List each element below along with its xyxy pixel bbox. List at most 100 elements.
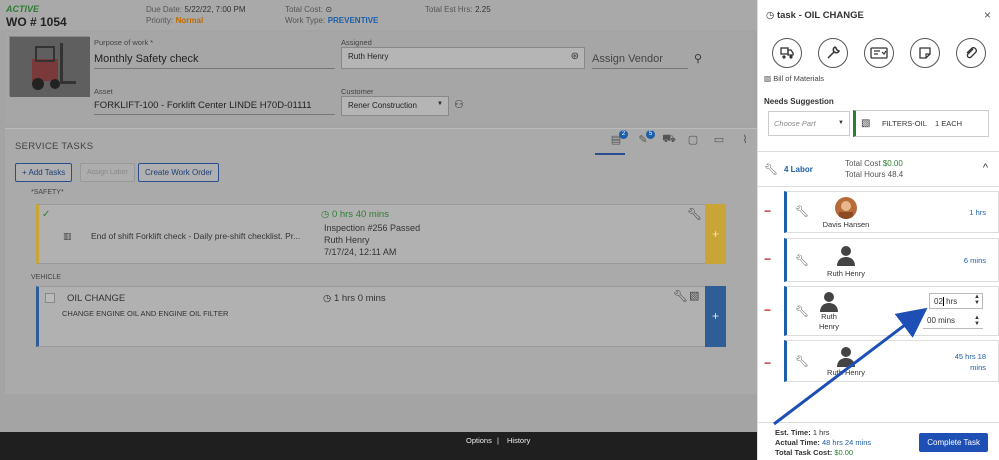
- note-icon[interactable]: [910, 38, 940, 68]
- remove-labor-button[interactable]: −: [764, 204, 771, 218]
- labor-row-ruth-henry-2[interactable]: 🔧︎ Ruth Henry 45 hrs 18 mins: [784, 340, 999, 382]
- labor-wrench-icon[interactable]: [818, 38, 848, 68]
- group-vehicle-label: VEHICLE: [31, 274, 61, 281]
- tab-labor-icon[interactable]: ✎ 5: [635, 130, 655, 149]
- customer-contacts-icon[interactable]: ⚇: [454, 98, 464, 111]
- forklift-icon: [10, 37, 90, 97]
- task-card-oil-change[interactable]: OIL CHANGE CHANGE ENGINE OIL AND ENGINE …: [36, 286, 726, 347]
- hours-value: 02: [934, 297, 943, 306]
- asset-input[interactable]: FORKLIFT-100 - Forklift Center LINDE H70…: [94, 100, 335, 115]
- chevron-up-icon[interactable]: ^: [983, 162, 988, 174]
- labor-row-davis-hansen[interactable]: 🔧︎ Davis Hansen 1 hrs: [784, 191, 999, 233]
- hours-unit: hrs: [946, 297, 958, 306]
- hours-stepper[interactable]: ▲ ▼: [974, 294, 980, 306]
- choose-part-select[interactable]: Choose Part ▼: [768, 111, 850, 136]
- clock-icon: ◷: [766, 10, 775, 21]
- assign-vendor-input[interactable]: Assign Vendor: [592, 53, 688, 69]
- work-type-label: Work Type:: [285, 16, 326, 25]
- invoice-icon[interactable]: [864, 38, 894, 68]
- work-order-number: WO # 1054: [6, 15, 67, 29]
- info-icon[interactable]: ⊙: [325, 5, 332, 14]
- status-badge: ACTIVE: [6, 4, 40, 14]
- attachment-icon[interactable]: [956, 38, 986, 68]
- person-icon[interactable]: ⚲: [694, 52, 702, 65]
- customer-select[interactable]: Rener Construction ▼: [341, 96, 449, 116]
- task-time-value: 1 hrs 0 mins: [333, 293, 386, 304]
- task-card-safety[interactable]: ✓ ▥ End of shift Forklift check - Daily …: [36, 204, 726, 264]
- purpose-input[interactable]: Monthly Safety check: [94, 53, 335, 69]
- suggested-part[interactable]: ▧ FILTERS-OIL 1 EACH: [853, 110, 989, 137]
- parts-cart-icon[interactable]: [772, 38, 802, 68]
- tab-notes-icon[interactable]: ▢: [685, 133, 701, 149]
- remove-labor-button[interactable]: −: [764, 252, 771, 266]
- drawer-footer: Est. Time: 1 hrs Actual Time: 48 hrs 24 …: [758, 422, 999, 460]
- total-cost: Total Cost: ⊙: [285, 4, 332, 14]
- group-safety-label: *SAFETY*: [31, 189, 64, 196]
- clock-icon: ◷: [323, 293, 332, 304]
- text-cursor: [942, 297, 944, 307]
- minutes-stepper[interactable]: ▲ ▼: [974, 315, 980, 327]
- assign-labor-button[interactable]: Assign Labor: [80, 163, 135, 182]
- complete-task-button[interactable]: Complete Task: [919, 433, 988, 452]
- bill-icon[interactable]: ▧: [689, 289, 699, 302]
- tab-tasks-icon[interactable]: ▤ 2: [608, 130, 628, 149]
- close-icon[interactable]: ×: [984, 8, 991, 22]
- due-date-label: Due Date:: [146, 5, 183, 14]
- avatar: [835, 244, 857, 266]
- labor-row-ruth-henry[interactable]: 🔧︎ Ruth Henry 6 mins: [784, 238, 999, 282]
- tab-attachments-icon[interactable]: ⌇: [737, 133, 753, 149]
- labor-total-cost-value: $0.00: [882, 159, 903, 168]
- task-title: OIL CHANGE: [67, 293, 126, 304]
- checklist-icon: ▥: [63, 231, 72, 241]
- remove-labor-button[interactable]: −: [764, 356, 771, 370]
- active-tab-indicator: [595, 153, 625, 155]
- total-est-value: 2.25: [475, 5, 491, 14]
- labor-name: Davis Hansen: [822, 220, 870, 229]
- labor-summary[interactable]: 🔧︎ 4 Labor Total Cost $0.00 Total Hours …: [758, 151, 999, 187]
- tab-invoice-icon[interactable]: ▭: [711, 133, 727, 149]
- bottom-separator: |: [497, 436, 499, 445]
- asset-photo: [9, 36, 90, 97]
- task-checkbox[interactable]: [45, 293, 55, 303]
- task-time: ◷ 0 hrs 40 mins: [321, 209, 389, 220]
- total-task-cost-label: Total Task Cost:: [775, 448, 833, 457]
- wrench-icon: 🔧︎: [795, 306, 809, 318]
- task-add-button[interactable]: +: [705, 286, 726, 347]
- priority-value: Normal: [175, 16, 204, 25]
- labor-row-ruth-henry-editing[interactable]: 🔧︎ Ruth Henry 02 hrs ▲ ▼ 00 mins ▲ ▼: [784, 286, 999, 336]
- caret-down-icon: ▼: [437, 101, 443, 107]
- wrench-icon[interactable]: 🔧︎: [687, 207, 702, 221]
- labor-name: Ruth Henry: [827, 269, 865, 278]
- wrench-icon[interactable]: 🔧︎: [673, 289, 688, 303]
- bill-icon: ▧: [861, 118, 871, 129]
- create-work-order-button[interactable]: Create Work Order: [138, 163, 220, 182]
- check-icon: ✓: [42, 209, 51, 220]
- add-tasks-button[interactable]: + Add Tasks: [15, 163, 73, 182]
- drawer-title-text: task - OIL CHANGE: [776, 10, 864, 21]
- user-circle-icon[interactable]: ⊛: [571, 51, 579, 62]
- labor-name: Ruth Henry: [827, 368, 865, 377]
- part-name: FILTERS-OIL: [882, 119, 927, 128]
- history-link[interactable]: History: [507, 436, 530, 445]
- due-date-value: 5/22/22, 7:00 PM: [184, 5, 246, 14]
- total-est-label: Total Est Hrs:: [425, 5, 473, 14]
- asset-label: Asset: [94, 87, 113, 96]
- avatar: [835, 197, 857, 219]
- task-add-button[interactable]: +: [705, 204, 726, 264]
- work-order-details: Purpose of work * Monthly Safety check A…: [5, 32, 753, 124]
- labor-total-hours: Total Hours 48.4: [845, 170, 904, 179]
- tasks-count-badge: 2: [619, 130, 628, 139]
- labor-name-last: Henry: [818, 322, 839, 331]
- due-date: Due Date: 5/22/22, 7:00 PM: [146, 4, 245, 14]
- actual-time: Actual Time: 48 hrs 24 mins: [775, 438, 871, 447]
- options-link[interactable]: Options: [466, 436, 492, 445]
- task-drawer: ◷ task - OIL CHANGE × ▧ Bill of Material…: [757, 0, 999, 460]
- work-type: Work Type: PREVENTIVE: [285, 15, 378, 25]
- assigned-select[interactable]: Ruth Henry ⊛: [341, 47, 585, 69]
- bill-icon: ▧: [764, 74, 772, 83]
- tab-parts-icon[interactable]: ⛟: [661, 133, 677, 149]
- customer-label: Customer: [341, 87, 374, 96]
- remove-labor-button[interactable]: −: [764, 303, 771, 317]
- actual-time-value: 48 hrs 24 mins: [821, 438, 872, 447]
- bill-of-materials[interactable]: ▧ Bill of Materials: [764, 74, 824, 83]
